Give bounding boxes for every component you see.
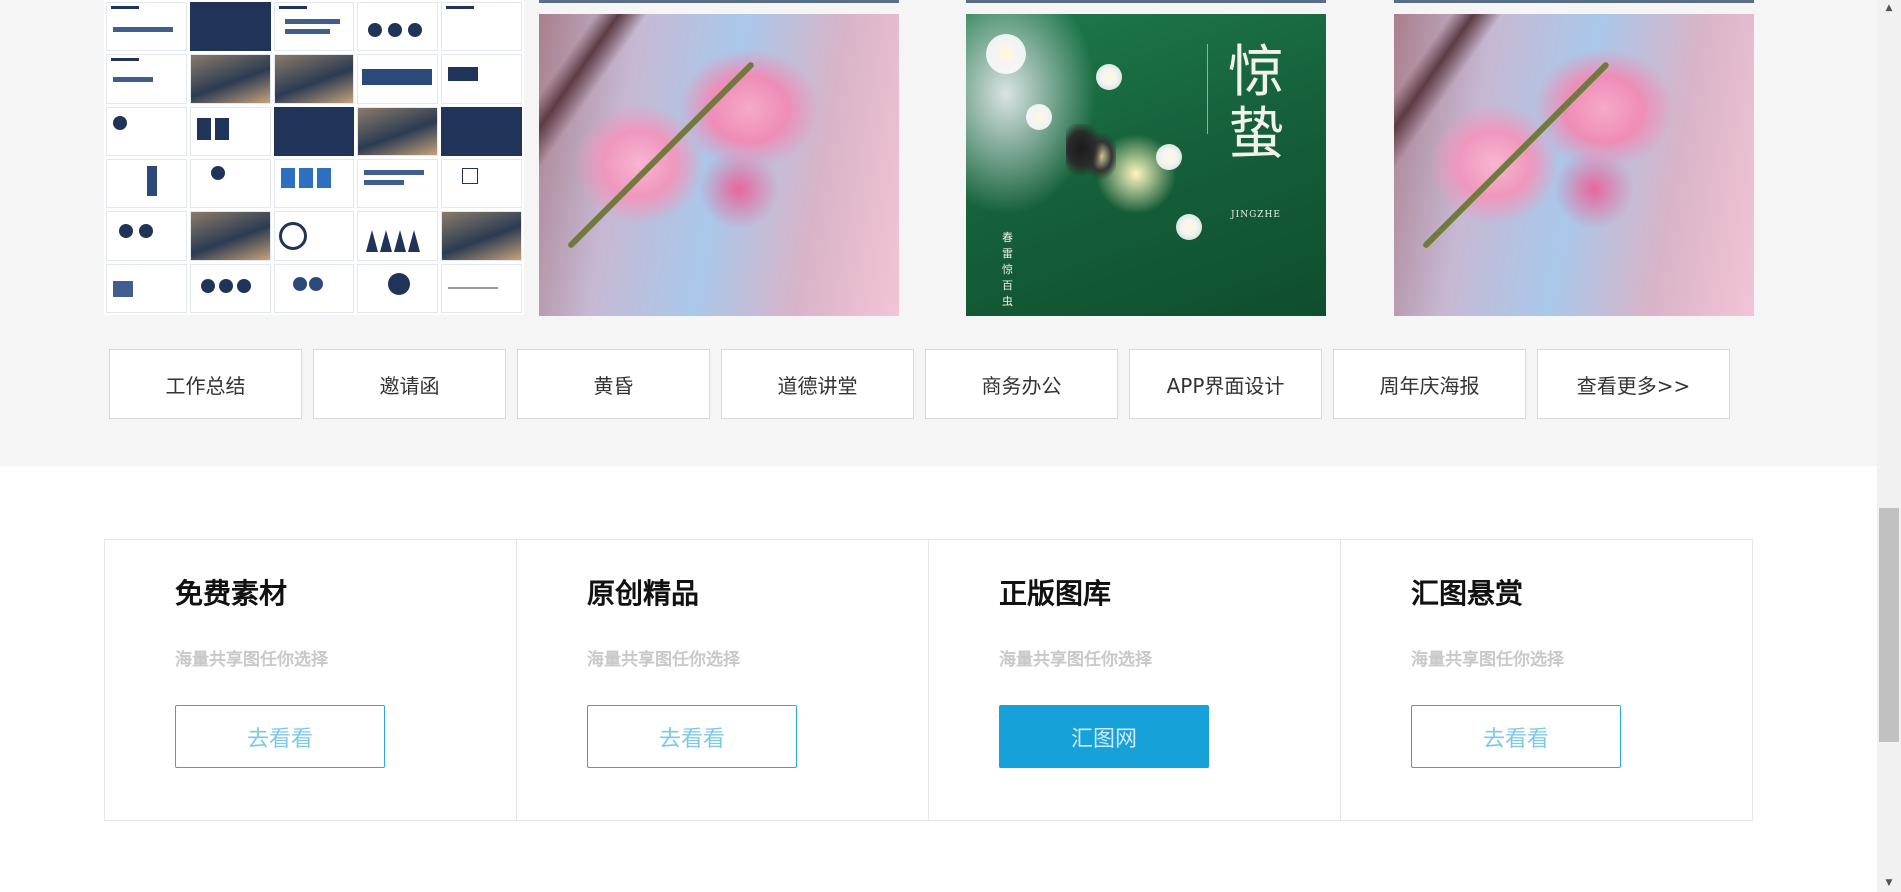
feature-card-bounty: 汇图悬赏 海量共享图任你选择 去看看 — [1341, 540, 1752, 820]
tag-button[interactable]: APP界面设计 — [1129, 349, 1322, 419]
tag-list: 工作总结 邀请函 黄昏 道德讲堂 商务办公 APP界面设计 周年庆海报 查看更多… — [109, 349, 1730, 419]
card-subtitle: 海量共享图任你选择 — [587, 650, 740, 670]
branch-decoration — [1421, 61, 1610, 250]
feature-card-free-materials: 免费素材 海量共享图任你选择 去看看 — [105, 540, 517, 820]
card-title: 原创精品 — [587, 577, 700, 610]
card-subtitle: 海量共享图任你选择 — [175, 650, 328, 670]
poster-title: 惊蛰 — [1228, 40, 1284, 167]
ppt-template-thumbnail[interactable] — [104, 0, 524, 315]
card-subtitle: 海量共享图任你选择 — [1411, 650, 1564, 670]
tag-button[interactable]: 周年庆海报 — [1333, 349, 1526, 419]
flower-decoration — [1176, 214, 1202, 240]
chevron-up-icon[interactable]: ▲ — [1877, 0, 1901, 17]
butterfly-decoration — [1066, 124, 1116, 184]
thumbnail-top-edge — [539, 0, 899, 3]
vertical-scrollbar[interactable]: ▲ ▼ — [1877, 0, 1901, 892]
card-subtitle: 海量共享图任你选择 — [999, 650, 1152, 670]
go-see-button[interactable]: 去看看 — [175, 705, 385, 768]
tag-button[interactable]: 工作总结 — [109, 349, 302, 419]
flower-decoration — [1156, 144, 1182, 170]
poster-vertical-text: 春雷惊百虫 — [1002, 231, 1013, 308]
go-see-button[interactable]: 去看看 — [1411, 705, 1621, 768]
tag-button[interactable]: 商务办公 — [925, 349, 1118, 419]
card-title: 正版图库 — [999, 577, 1112, 610]
flower-decoration — [986, 34, 1026, 74]
tag-button[interactable]: 邀请函 — [313, 349, 506, 419]
flower-decoration — [1096, 64, 1122, 90]
thumbnail-top-edge — [966, 0, 1326, 3]
tag-button[interactable]: 道德讲堂 — [721, 349, 914, 419]
thumbnail-top-edge — [1394, 0, 1754, 3]
go-see-button[interactable]: 去看看 — [587, 705, 797, 768]
peach-blossom-image[interactable] — [539, 14, 899, 316]
decorative-line — [1207, 44, 1218, 134]
jingzhe-poster-image[interactable]: 惊蛰 JINGZHE 春雷惊百虫 — [966, 14, 1326, 316]
feature-cards: 免费素材 海量共享图任你选择 去看看 原创精品 海量共享图任你选择 去看看 正版… — [104, 539, 1753, 821]
card-title: 免费素材 — [175, 577, 288, 610]
huitu-site-button[interactable]: 汇图网 — [999, 705, 1209, 768]
flower-decoration — [1026, 104, 1052, 130]
gallery-section: 惊蛰 JINGZHE 春雷惊百虫 工作总结 邀请函 黄昏 道德讲堂 商务办公 A… — [0, 0, 1877, 466]
branch-decoration — [566, 61, 755, 250]
view-more-button[interactable]: 查看更多>> — [1537, 349, 1730, 419]
poster-subtitle: JINGZHE — [1231, 210, 1281, 220]
chevron-down-icon[interactable]: ▼ — [1877, 875, 1901, 892]
feature-card-original-boutique: 原创精品 海量共享图任你选择 去看看 — [517, 540, 929, 820]
feature-card-licensed-gallery: 正版图库 海量共享图任你选择 汇图网 — [929, 540, 1341, 820]
scrollbar-thumb[interactable] — [1879, 508, 1899, 742]
tag-button[interactable]: 黄昏 — [517, 349, 710, 419]
card-title: 汇图悬赏 — [1411, 577, 1524, 610]
peach-blossom-image-2[interactable] — [1394, 14, 1754, 316]
